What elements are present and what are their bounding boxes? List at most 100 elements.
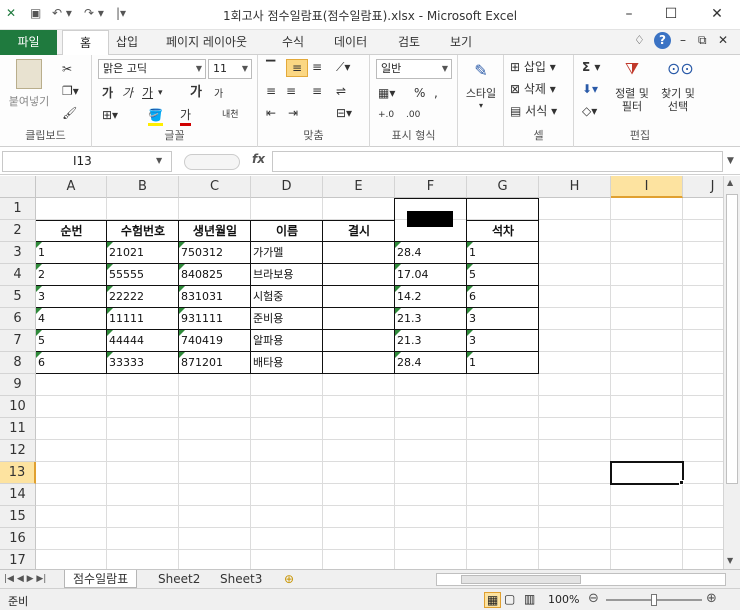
- row-header[interactable]: 11: [0, 418, 36, 440]
- row-header-selected[interactable]: 13: [0, 462, 36, 484]
- row-header[interactable]: 5: [0, 286, 36, 308]
- phonetic-button[interactable]: 내천: [222, 107, 239, 123]
- table-cell[interactable]: 33333: [107, 352, 178, 374]
- minimize-ribbon-icon[interactable]: ♢: [634, 33, 645, 47]
- increase-decimal-icon[interactable]: +.0: [378, 107, 394, 123]
- tab-review[interactable]: 검토: [398, 33, 420, 50]
- table-cell[interactable]: 배타용: [251, 352, 322, 374]
- merge-center-icon[interactable]: ⊟▾: [336, 105, 352, 121]
- row-header[interactable]: 1: [0, 198, 36, 220]
- font-size-combo[interactable]: 11 ▼: [208, 59, 252, 79]
- row-header[interactable]: 16: [0, 528, 36, 550]
- scroll-up-icon[interactable]: ▲: [727, 178, 733, 187]
- border-icon[interactable]: ⊞▾: [102, 107, 118, 123]
- row-header[interactable]: 4: [0, 264, 36, 286]
- tab-formulas[interactable]: 수식: [282, 33, 304, 50]
- select-all-corner[interactable]: [0, 176, 36, 198]
- table-cell[interactable]: 740419: [179, 330, 250, 352]
- table-cell[interactable]: 6: [467, 286, 538, 308]
- column-header[interactable]: A: [36, 176, 107, 198]
- row-header[interactable]: 7: [0, 330, 36, 352]
- align-top-icon[interactable]: ▔: [266, 59, 275, 75]
- column-header[interactable]: G: [467, 176, 539, 198]
- align-left-icon[interactable]: ≡: [266, 83, 276, 99]
- scroll-thumb[interactable]: [726, 194, 738, 484]
- table-cell[interactable]: 1: [467, 242, 538, 264]
- styles-button[interactable]: ✎ 스타일 ▾: [460, 61, 502, 110]
- tab-file[interactable]: 파일: [0, 30, 57, 55]
- increase-indent-icon[interactable]: ⇥: [288, 105, 298, 121]
- grow-font-button[interactable]: 가: [190, 85, 202, 101]
- header-cell-birth[interactable]: 생년월일: [179, 220, 251, 242]
- tab-page-layout[interactable]: 페이지 레이아웃: [166, 33, 247, 50]
- new-sheet-icon[interactable]: ⊕: [284, 570, 294, 588]
- copy-icon[interactable]: ❐▾: [62, 83, 79, 99]
- decrease-decimal-icon[interactable]: .00: [406, 107, 420, 123]
- doc-close-icon[interactable]: ✕: [718, 33, 728, 47]
- table-cell[interactable]: 준비용: [251, 308, 322, 330]
- column-header[interactable]: C: [179, 176, 251, 198]
- cut-icon[interactable]: ✂: [62, 61, 72, 77]
- row-header[interactable]: 2: [0, 220, 36, 242]
- tab-view[interactable]: 보기: [450, 33, 472, 50]
- italic-button[interactable]: 가: [122, 85, 133, 101]
- sheet-tab[interactable]: Sheet3: [220, 570, 262, 588]
- percent-icon[interactable]: %: [414, 85, 425, 101]
- row-header[interactable]: 15: [0, 506, 36, 528]
- row-header[interactable]: 14: [0, 484, 36, 506]
- number-format-combo[interactable]: 일반 ▼: [376, 59, 452, 79]
- column-header[interactable]: E: [323, 176, 395, 198]
- table-cell[interactable]: 4: [36, 308, 106, 330]
- font-color-button[interactable]: 가: [180, 107, 192, 126]
- delete-cells-button[interactable]: ⊠ 삭제 ▾: [510, 81, 556, 97]
- align-middle-icon[interactable]: ≡: [286, 59, 308, 77]
- name-box[interactable]: I13: [2, 151, 172, 172]
- fill-icon[interactable]: ⬇▾: [582, 81, 598, 97]
- sort-filter-button[interactable]: ⧩ 정렬 및 필터: [610, 59, 654, 113]
- wrap-text-icon[interactable]: ⇌: [336, 83, 346, 99]
- active-cell-i13[interactable]: [610, 461, 684, 485]
- table-cell[interactable]: 21.3: [395, 308, 466, 330]
- tab-insert[interactable]: 삽입: [116, 33, 138, 50]
- doc-minimize-icon[interactable]: –: [680, 33, 686, 47]
- comma-icon[interactable]: ,: [434, 85, 438, 101]
- insert-cells-button[interactable]: ⊞ 삽입 ▾: [510, 59, 556, 75]
- horizontal-scroll-thumb[interactable]: [461, 575, 581, 584]
- table-cell[interactable]: 21.3: [395, 330, 466, 352]
- table-cell[interactable]: 14.2: [395, 286, 466, 308]
- minimize-button[interactable]: –: [614, 4, 644, 24]
- table-cell[interactable]: 840825: [179, 264, 250, 286]
- table-cell[interactable]: 22222: [107, 286, 178, 308]
- close-button[interactable]: ✕: [702, 4, 732, 24]
- table-cell[interactable]: 브라보용: [251, 264, 322, 286]
- autosum-icon[interactable]: Σ ▾: [582, 59, 600, 75]
- decrease-indent-icon[interactable]: ⇤: [266, 105, 276, 121]
- table-cell[interactable]: 3: [467, 330, 538, 352]
- clear-icon[interactable]: ◇▾: [582, 103, 597, 119]
- tab-data[interactable]: 데이터: [334, 33, 367, 50]
- table-cell[interactable]: 1: [36, 242, 106, 264]
- fill-color-icon[interactable]: 🪣: [148, 107, 163, 126]
- align-right-icon[interactable]: ≡: [312, 83, 322, 99]
- insert-function-button[interactable]: fx: [252, 152, 265, 166]
- scroll-down-icon[interactable]: ▼: [727, 556, 733, 565]
- find-select-button[interactable]: ⊙⊙ 찾기 및 선택: [656, 59, 700, 113]
- page-layout-view-icon[interactable]: ▢: [504, 592, 515, 606]
- format-painter-icon[interactable]: 🖌: [62, 105, 77, 121]
- table-cell[interactable]: 시험중: [251, 286, 322, 308]
- column-header-selected[interactable]: I: [611, 176, 683, 198]
- expand-formula-icon[interactable]: ▼: [727, 156, 734, 166]
- paste-button[interactable]: 붙여넣기: [6, 59, 52, 109]
- table-cell[interactable]: 가가멜: [251, 242, 322, 264]
- table-cell[interactable]: 5: [467, 264, 538, 286]
- align-center-icon[interactable]: ≡: [286, 83, 296, 99]
- bold-button[interactable]: 가: [102, 85, 113, 101]
- row-header[interactable]: 12: [0, 440, 36, 462]
- zoom-level[interactable]: 100%: [548, 593, 579, 606]
- table-cell[interactable]: 알파용: [251, 330, 322, 352]
- table-cell[interactable]: 2: [36, 264, 106, 286]
- table-cell[interactable]: 3: [36, 286, 106, 308]
- row-header[interactable]: 17: [0, 550, 36, 569]
- row-header[interactable]: 6: [0, 308, 36, 330]
- zoom-in-icon[interactable]: ⊕: [706, 591, 717, 606]
